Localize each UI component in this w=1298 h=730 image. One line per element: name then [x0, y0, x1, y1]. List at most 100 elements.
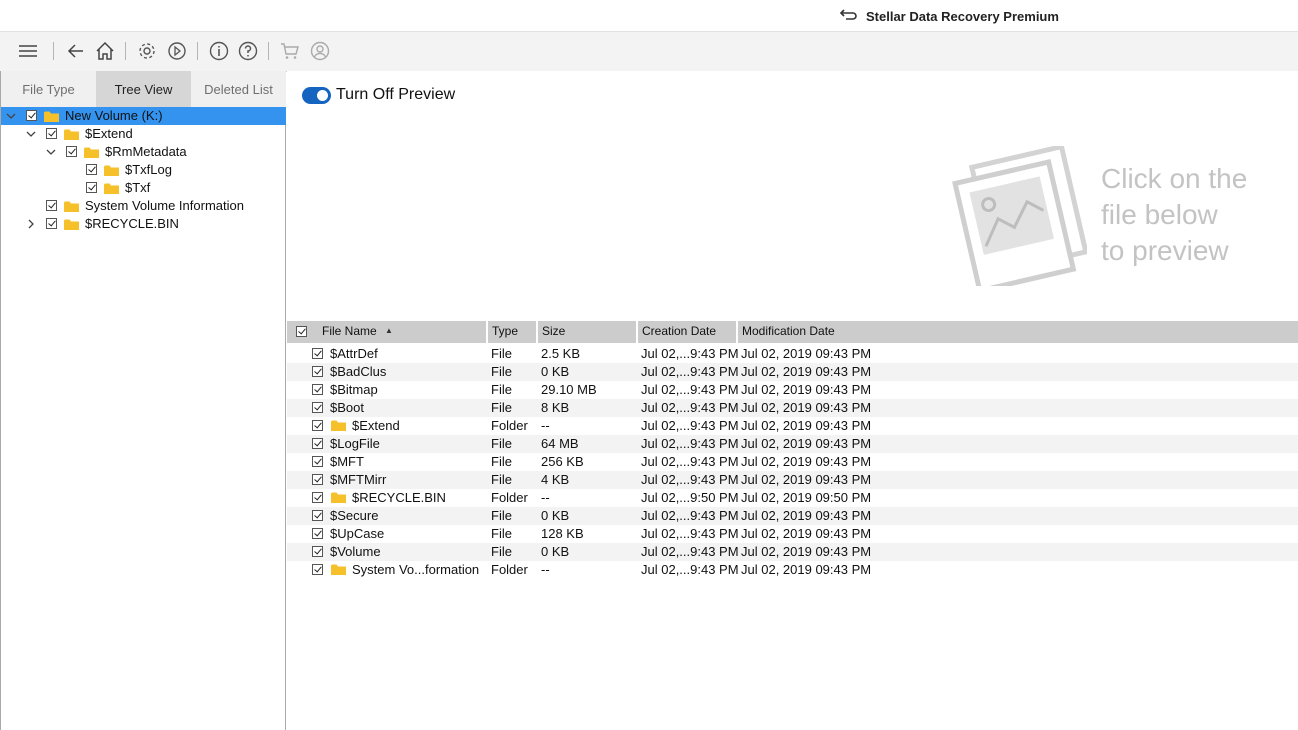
tree-node[interactable]: $Txf	[1, 179, 286, 197]
sort-ascending-icon: ▲	[385, 326, 393, 335]
cell-size: 2.5 KB	[541, 346, 581, 361]
row-checkbox[interactable]	[312, 528, 323, 539]
preview-toggle[interactable]	[302, 87, 331, 104]
tree-node-checkbox[interactable]	[86, 182, 97, 193]
tree-node-label: $TxfLog	[125, 162, 172, 177]
tree-node-checkbox[interactable]	[46, 218, 57, 229]
column-header-type[interactable]: Type	[488, 321, 538, 343]
menu-icon[interactable]	[16, 39, 40, 63]
chevron-right-icon[interactable]	[25, 218, 37, 230]
preview-placeholder-line: to preview	[1101, 235, 1229, 266]
toolbar	[0, 31, 1298, 72]
cell-file-name: $Secure	[330, 508, 379, 523]
folder-icon	[331, 491, 346, 503]
row-checkbox[interactable]	[312, 564, 323, 575]
table-row[interactable]: $Extend Folder -- Jul 02,...9:43 PM Jul 02, …	[287, 417, 1298, 435]
tree-node[interactable]: $Extend	[1, 125, 286, 143]
cell-creation-date: Jul 02,...9:43 PM	[641, 454, 739, 469]
column-header-creation-date[interactable]: Creation Date	[638, 321, 738, 343]
select-all-checkbox[interactable]	[296, 326, 307, 337]
tree-node-checkbox[interactable]	[26, 110, 37, 121]
row-checkbox[interactable]	[312, 546, 323, 557]
table-row[interactable]: $Boot File 8 KB Jul 02,...9:43 PM Jul 02, 20…	[287, 399, 1298, 417]
table-row[interactable]: System Vo...formation Folder -- Jul 02,...9…	[287, 561, 1298, 579]
history-icon[interactable]	[165, 39, 189, 63]
cell-type: File	[491, 364, 512, 379]
column-header-file-name[interactable]: File Name ▲	[287, 321, 488, 343]
cell-type: File	[491, 454, 512, 469]
cell-size: 0 KB	[541, 364, 570, 379]
row-checkbox[interactable]	[312, 474, 323, 485]
home-icon[interactable]	[93, 39, 117, 63]
tree-node[interactable]: $TxfLog	[1, 161, 286, 179]
cell-size: 4 KB	[541, 472, 570, 487]
tree-node-checkbox[interactable]	[86, 164, 97, 175]
tab-deleted-list[interactable]: Deleted List	[191, 71, 286, 107]
preview-placeholder-text: Click on the file below to preview	[1101, 161, 1298, 269]
cell-size: 256 KB	[541, 454, 584, 469]
row-checkbox[interactable]	[312, 438, 323, 449]
row-checkbox[interactable]	[312, 510, 323, 521]
toolbar-separator	[53, 42, 54, 60]
cell-file-name: $LogFile	[330, 436, 380, 451]
chevron-down-icon[interactable]	[5, 110, 17, 122]
cell-modification-date: Jul 02, 2019 09:43 PM	[741, 382, 872, 397]
cell-size: 64 MB	[541, 436, 579, 451]
back-icon[interactable]	[64, 39, 88, 63]
cell-size: --	[541, 490, 550, 505]
table-row[interactable]: $AttrDef File 2.5 KB Jul 02,...9:43 PM Jul 0…	[287, 345, 1298, 363]
settings-icon[interactable]	[135, 39, 159, 63]
tree-node[interactable]: System Volume Information	[1, 197, 286, 215]
cell-type: Folder	[491, 418, 528, 433]
cell-file-name: $RECYCLE.BIN	[352, 490, 446, 505]
table-row[interactable]: $BadClus File 0 KB Jul 02,...9:43 PM Jul 02,…	[287, 363, 1298, 381]
cell-creation-date: Jul 02,...9:43 PM	[641, 418, 739, 433]
tab-tree-view[interactable]: Tree View	[96, 71, 191, 107]
table-row[interactable]: $MFT File 256 KB Jul 02,...9:43 PM Jul 02, 2…	[287, 453, 1298, 471]
preview-placeholder-line: file below	[1101, 199, 1218, 230]
row-checkbox[interactable]	[312, 348, 323, 359]
table-row[interactable]: $RECYCLE.BIN Folder -- Jul 02,...9:50 PM Jul…	[287, 489, 1298, 507]
row-checkbox[interactable]	[312, 456, 323, 467]
tree-node[interactable]: $RECYCLE.BIN	[1, 215, 286, 233]
info-icon[interactable]	[207, 39, 231, 63]
chevron-down-icon[interactable]	[25, 128, 37, 140]
cell-modification-date: Jul 02, 2019 09:43 PM	[741, 544, 872, 559]
table-row[interactable]: $Volume File 0 KB Jul 02,...9:43 PM Jul 02, …	[287, 543, 1298, 561]
cell-modification-date: Jul 02, 2019 09:43 PM	[741, 472, 872, 487]
cell-modification-date: Jul 02, 2019 09:43 PM	[741, 454, 872, 469]
tree-node-checkbox[interactable]	[46, 128, 57, 139]
cell-modification-date: Jul 02, 2019 09:43 PM	[741, 436, 872, 451]
column-header-size[interactable]: Size	[538, 321, 638, 343]
table-row[interactable]: $MFTMirr File 4 KB Jul 02,...9:43 PM Jul 02,…	[287, 471, 1298, 489]
row-checkbox[interactable]	[312, 420, 323, 431]
tree-node-checkbox[interactable]	[66, 146, 77, 157]
cell-size: --	[541, 562, 550, 577]
chevron-down-icon[interactable]	[45, 146, 57, 158]
table-row[interactable]: $UpCase File 128 KB Jul 02,...9:43 PM Jul 02…	[287, 525, 1298, 543]
title-bar: Stellar Data Recovery Premium	[0, 0, 1298, 31]
tree-node-label: $RECYCLE.BIN	[85, 216, 179, 231]
table-row[interactable]: $Secure File 0 KB Jul 02,...9:43 PM Jul 02, …	[287, 507, 1298, 525]
cell-size: --	[541, 418, 550, 433]
table-row[interactable]: $Bitmap File 29.10 MB Jul 02,...9:43 PM Jul …	[287, 381, 1298, 399]
cell-type: Folder	[491, 490, 528, 505]
help-icon[interactable]	[236, 39, 260, 63]
tree-node-checkbox[interactable]	[46, 200, 57, 211]
row-checkbox[interactable]	[312, 384, 323, 395]
cell-creation-date: Jul 02,...9:43 PM	[641, 508, 739, 523]
column-header-modification-date[interactable]: Modification Date	[738, 321, 1298, 343]
account-icon[interactable]	[308, 39, 332, 63]
cell-type: Folder	[491, 562, 528, 577]
tree-node[interactable]: $RmMetadata	[1, 143, 286, 161]
tab-file-type[interactable]: File Type	[1, 71, 96, 107]
tree-node[interactable]: New Volume (K:)	[1, 107, 286, 125]
toolbar-separator	[125, 42, 126, 60]
row-checkbox[interactable]	[312, 366, 323, 377]
image-placeholder-icon	[952, 146, 1087, 286]
row-checkbox[interactable]	[312, 402, 323, 413]
row-checkbox[interactable]	[312, 492, 323, 503]
table-row[interactable]: $LogFile File 64 MB Jul 02,...9:43 PM Jul 02…	[287, 435, 1298, 453]
cart-icon[interactable]	[278, 39, 302, 63]
toolbar-separator	[268, 42, 269, 60]
